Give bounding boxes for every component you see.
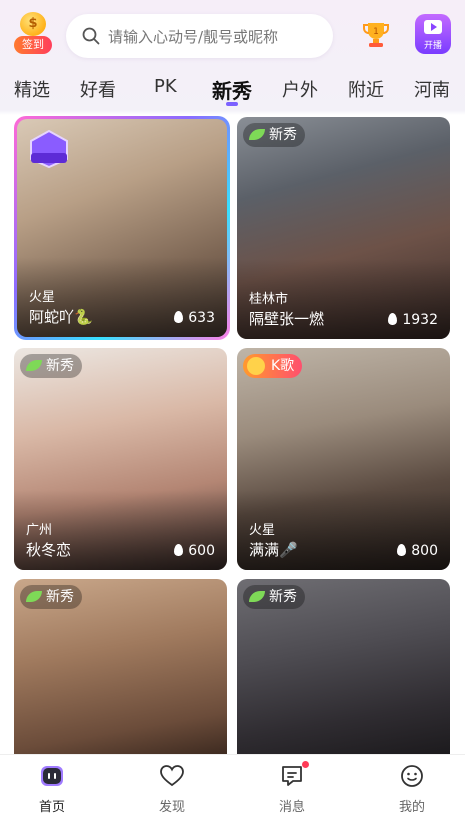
smile-face-icon: [401, 765, 423, 787]
leaf-icon: [26, 591, 42, 602]
top-header: $ 签到 请输入心动号/靓号或昵称 1 开播: [0, 0, 465, 70]
heat-value: 800: [411, 543, 438, 559]
nav-home[interactable]: 首页: [22, 763, 82, 815]
leaf-icon: [249, 129, 265, 140]
tab-fujin[interactable]: 附近: [348, 76, 384, 102]
stream-card[interactable]: 新秀 广州 秋冬恋 600: [14, 348, 227, 570]
notification-dot: [302, 761, 309, 768]
tab-haokan[interactable]: 好看: [80, 76, 116, 102]
rank-badge-icon: [30, 129, 68, 169]
tab-pk[interactable]: PK: [154, 76, 177, 97]
stream-card[interactable]: 新秀 桂林市 隔壁张一燃 1932: [237, 117, 450, 339]
category-tabs: 精选 好看 PK 新秀 户外 附近 河南: [0, 72, 465, 110]
heat-value: 633: [188, 310, 215, 326]
nav-profile-label: 我的: [398, 800, 425, 815]
tab-xinxiu[interactable]: 新秀: [212, 75, 252, 104]
live-camera-icon: [424, 20, 442, 34]
flame-icon: [174, 544, 184, 556]
streamer-location: 火星: [249, 523, 276, 538]
heat-count: 1932: [388, 312, 438, 328]
badge-label: 新秀: [46, 358, 74, 374]
search-bar[interactable]: 请输入心动号/靓号或昵称: [66, 14, 333, 58]
heat-count: 633: [174, 310, 215, 326]
checkin-button[interactable]: $ 签到: [12, 12, 52, 58]
tab-jingxuan[interactable]: 精选: [14, 76, 50, 102]
newcomer-badge: 新秀: [20, 585, 82, 609]
coin-icon: $: [20, 12, 46, 36]
flame-icon: [397, 544, 407, 556]
heat-count: 800: [397, 543, 438, 559]
nav-profile[interactable]: 我的: [382, 763, 442, 815]
nav-discover-label: 发现: [158, 800, 185, 815]
heat-value: 1932: [402, 312, 438, 328]
active-tab-indicator: [226, 102, 238, 106]
badge-label: 新秀: [269, 589, 297, 605]
newcomer-badge: 新秀: [20, 354, 82, 378]
bottom-navigation: 首页 发现 消息 我的: [0, 754, 465, 815]
message-icon: [282, 766, 302, 786]
nav-discover[interactable]: 发现: [142, 763, 202, 815]
stream-card[interactable]: 新秀: [14, 579, 227, 755]
home-live-icon: [41, 766, 63, 786]
nav-messages-label: 消息: [278, 800, 305, 815]
streamer-location: 广州: [26, 523, 53, 538]
badge-label: 新秀: [46, 589, 74, 605]
nav-home-label: 首页: [38, 800, 65, 815]
heat-count: 600: [174, 543, 215, 559]
newcomer-badge: 新秀: [243, 123, 305, 147]
newcomer-badge: 新秀: [243, 585, 305, 609]
microphone-icon: [247, 357, 265, 375]
go-live-label: 开播: [423, 41, 442, 51]
checkin-label: 签到: [14, 36, 52, 54]
stream-card[interactable]: K歌 火星 满满🎤 800: [237, 348, 450, 570]
heat-value: 600: [188, 543, 215, 559]
leaf-icon: [26, 360, 42, 371]
tab-henan[interactable]: 河南: [414, 76, 450, 102]
leaf-icon: [249, 591, 265, 602]
nav-messages[interactable]: 消息: [262, 761, 322, 815]
streamer-name: 满满🎤: [249, 541, 298, 559]
flame-icon: [174, 311, 184, 323]
search-icon: [82, 27, 100, 45]
search-placeholder: 请输入心动号/靓号或昵称: [108, 28, 279, 46]
svg-text:1: 1: [373, 27, 379, 37]
stream-card[interactable]: 新秀: [237, 579, 450, 755]
go-live-button[interactable]: 开播: [415, 14, 451, 54]
flame-icon: [388, 313, 398, 325]
streamer-name: 阿蛇吖🐍: [29, 308, 93, 326]
streamer-location: 桂林市: [249, 292, 289, 307]
badge-label: 新秀: [269, 127, 297, 143]
streamer-name: 秋冬恋: [26, 541, 72, 559]
heart-icon: [160, 765, 184, 787]
tab-huwai[interactable]: 户外: [282, 76, 318, 102]
badge-label: K歌: [271, 358, 295, 374]
streamer-location: 火星: [29, 290, 56, 305]
streamer-name: 隔壁张一燃: [249, 310, 325, 328]
trophy-icon[interactable]: 1: [360, 18, 392, 50]
karaoke-badge: K歌: [243, 354, 303, 378]
stream-card[interactable]: 火星 阿蛇吖🐍 633: [17, 119, 227, 337]
